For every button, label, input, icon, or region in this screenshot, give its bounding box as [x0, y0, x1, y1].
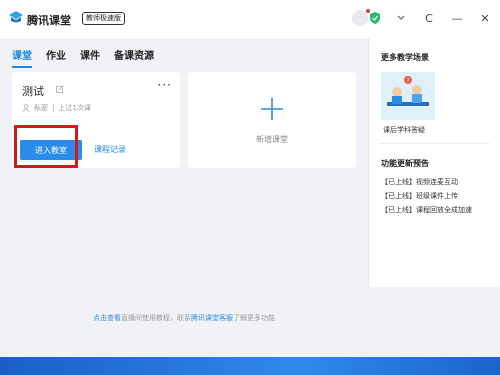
close-button[interactable]: ✕ [478, 11, 492, 25]
update-item: 【已上线】视频连麦互动 [381, 178, 458, 186]
scene-thumbnail[interactable]: ? [381, 72, 435, 120]
tutorial-link[interactable]: 点击查看 [93, 314, 121, 322]
nav-tabs: 课堂 作业 课件 备课资源 [12, 47, 154, 68]
class-title: 测试 [22, 85, 44, 98]
tencent-classroom-logo-icon [9, 11, 23, 23]
refresh-icon[interactable]: C [422, 11, 436, 25]
tab-lesson-resources[interactable]: 备课资源 [114, 47, 154, 68]
add-classroom-label: 新增课堂 [256, 135, 288, 144]
app-window: 腾讯课堂 教师极速版 C — ✕ 课堂 作业 课件 备课资源 测试 ··· 私密… [0, 0, 500, 357]
support-link[interactable]: 腾讯课堂客服 [191, 314, 233, 322]
app-name: 腾讯课堂 [27, 14, 71, 27]
more-scenes-title: 更多教学场景 [381, 53, 429, 62]
tab-homework[interactable]: 作业 [46, 47, 66, 68]
tab-classroom[interactable]: 课堂 [12, 47, 32, 68]
dropdown-chevron-icon[interactable] [394, 11, 408, 25]
course-record-link[interactable]: 课程记录 [94, 144, 126, 155]
scene-label[interactable]: 课后学科答疑 [383, 125, 425, 135]
title-controls: C — ✕ [352, 9, 492, 26]
tab-courseware[interactable]: 课件 [80, 47, 100, 68]
footer-note: 点击查看直播间使用教程，联系腾讯课堂客服了解更多功能 [0, 313, 368, 323]
footer-text-2: 了解更多功能 [233, 314, 275, 322]
minimize-button[interactable]: — [450, 11, 464, 25]
edit-icon[interactable] [56, 85, 64, 93]
privacy-label: 私密 [34, 104, 48, 112]
avatar[interactable] [352, 9, 370, 26]
shield-check-icon[interactable] [370, 12, 380, 24]
right-panel: 更多教学场景 ? 课后学科答疑 功能更新预告 【已上线】视频连麦互动 【已上线】… [368, 38, 500, 287]
desktop-background [0, 357, 500, 375]
svg-text:?: ? [407, 78, 410, 85]
updates-title: 功能更新预告 [381, 159, 429, 168]
last-class-label: 上过1次课 [58, 104, 91, 112]
plus-icon [261, 98, 283, 120]
highlight-annotation [14, 125, 78, 168]
add-classroom-card[interactable]: 新增课堂 [188, 72, 356, 168]
meta-separator: | [52, 104, 55, 112]
update-item: 【已上线】课程回放全成加速 [381, 206, 472, 214]
titlebar: 腾讯课堂 教师极速版 C — ✕ [0, 0, 500, 38]
edition-badge: 教师极速版 [82, 12, 125, 25]
more-options-icon[interactable]: ··· [158, 78, 172, 92]
update-item: 【已上线】班级课件上传 [381, 192, 458, 200]
class-meta: 私密 | 上过1次课 [22, 103, 91, 113]
person-icon [22, 104, 30, 112]
panel-divider [379, 143, 490, 144]
footer-text-1: 直播间使用教程，联系 [121, 314, 191, 322]
